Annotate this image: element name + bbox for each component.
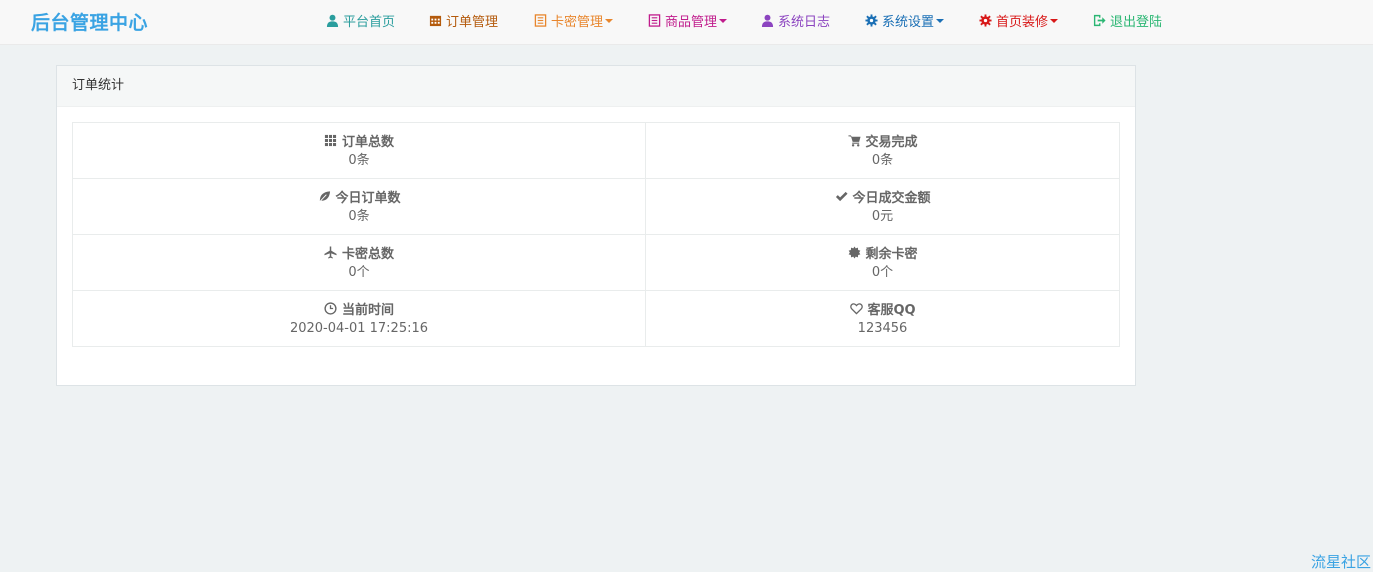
table-row: 卡密总数 0个 剩余卡密 0个 bbox=[72, 234, 1120, 291]
nav-system-log[interactable]: 系统日志 bbox=[760, 11, 830, 30]
nav-label: 平台首页 bbox=[343, 15, 396, 30]
cog-icon bbox=[978, 13, 992, 28]
watermark: 流星社区 bbox=[1310, 553, 1371, 571]
stat-cell: 剩余卡密 0个 bbox=[645, 234, 1120, 291]
list-alt-icon bbox=[533, 13, 547, 28]
nav-label: 退出登陆 bbox=[1110, 15, 1163, 30]
stat-value-current-time: 2020-04-01 17:25:16 bbox=[289, 320, 429, 336]
stat-cell: 订单总数 0条 bbox=[72, 122, 646, 179]
panel-title: 订单统计 bbox=[57, 66, 1135, 107]
heart-empty-icon bbox=[849, 302, 863, 316]
shopping-cart-icon bbox=[847, 134, 861, 148]
stat-value-today-orders: 0条 bbox=[348, 208, 370, 224]
log-out-icon bbox=[1092, 14, 1106, 28]
time-icon bbox=[324, 301, 338, 316]
user-icon bbox=[760, 14, 774, 28]
stat-cell: 当前时间 2020-04-01 17:25:16 bbox=[72, 290, 646, 347]
chevron-down-icon bbox=[936, 18, 945, 23]
cog-icon bbox=[864, 13, 878, 28]
stat-value-total-cards: 0个 bbox=[348, 264, 370, 280]
stat-label-today-orders: 今日订单数 bbox=[335, 191, 401, 206]
calendar-icon bbox=[428, 14, 442, 28]
order-stats-panel: 订单统计 订单总数 0条 交易完成 0条 今日订单数 0条 今日成交金额 0元 … bbox=[56, 65, 1136, 386]
nav-label: 卡密管理 bbox=[551, 15, 604, 30]
ok-icon bbox=[834, 190, 848, 204]
plane-icon bbox=[324, 245, 338, 260]
nav-card-management[interactable]: 卡密管理 bbox=[533, 11, 614, 30]
stat-cell: 客服QQ 123456 bbox=[645, 290, 1120, 347]
stat-cell: 今日成交金额 0元 bbox=[645, 178, 1120, 235]
stat-value-total-orders: 0条 bbox=[348, 152, 370, 168]
stat-cell: 卡密总数 0个 bbox=[72, 234, 646, 291]
nav-platform-home[interactable]: 平台首页 bbox=[325, 11, 395, 30]
nav-label: 订单管理 bbox=[446, 15, 499, 30]
certificate-icon bbox=[847, 245, 861, 260]
brand-title[interactable]: 后台管理中心 bbox=[31, 8, 148, 35]
stat-value-today-amount: 0元 bbox=[871, 208, 894, 224]
stat-label-total-orders: 订单总数 bbox=[341, 135, 394, 150]
chevron-down-icon bbox=[719, 18, 728, 23]
nav-label: 首页装修 bbox=[996, 15, 1049, 30]
stat-cell: 今日订单数 0条 bbox=[72, 178, 646, 235]
chevron-down-icon bbox=[605, 18, 614, 23]
th-icon bbox=[324, 134, 338, 148]
list-alt-icon bbox=[647, 13, 661, 28]
stats-table: 订单总数 0条 交易完成 0条 今日订单数 0条 今日成交金额 0元 卡密总数 … bbox=[72, 122, 1120, 347]
table-row: 订单总数 0条 交易完成 0条 bbox=[72, 122, 1120, 179]
stat-label-completed: 交易完成 bbox=[865, 135, 918, 150]
stat-label-total-cards: 卡密总数 bbox=[341, 247, 394, 262]
stat-value-support-qq: 123456 bbox=[857, 320, 908, 336]
stat-label-current-time: 当前时间 bbox=[341, 303, 394, 318]
stat-label-support-qq: 客服QQ bbox=[867, 303, 916, 318]
leaf-icon bbox=[317, 190, 331, 204]
nav-logout[interactable]: 退出登陆 bbox=[1092, 11, 1162, 30]
nav-label: 系统日志 bbox=[778, 15, 831, 30]
stat-value-completed: 0条 bbox=[871, 152, 894, 168]
nav-product-management[interactable]: 商品管理 bbox=[647, 11, 728, 30]
stat-label-today-amount: 今日成交金额 bbox=[852, 191, 931, 206]
stat-label-remaining-cards: 剩余卡密 bbox=[865, 247, 918, 262]
top-navbar: 后台管理中心 平台首页 订单管理 卡密管理 商品管理 系统日志 系统设置 首页装… bbox=[0, 0, 1373, 45]
stat-cell: 交易完成 0条 bbox=[645, 122, 1120, 179]
nav-label: 商品管理 bbox=[665, 15, 718, 30]
chevron-down-icon bbox=[1050, 18, 1059, 23]
table-row: 当前时间 2020-04-01 17:25:16 客服QQ 123456 bbox=[72, 290, 1120, 347]
stat-value-remaining-cards: 0个 bbox=[871, 264, 894, 280]
table-row: 今日订单数 0条 今日成交金额 0元 bbox=[72, 178, 1120, 235]
nav-homepage-decoration[interactable]: 首页装修 bbox=[978, 11, 1059, 30]
nav-order-management[interactable]: 订单管理 bbox=[428, 11, 498, 30]
user-icon bbox=[325, 14, 339, 28]
nav-system-settings[interactable]: 系统设置 bbox=[864, 11, 945, 30]
nav-label: 系统设置 bbox=[882, 15, 935, 30]
